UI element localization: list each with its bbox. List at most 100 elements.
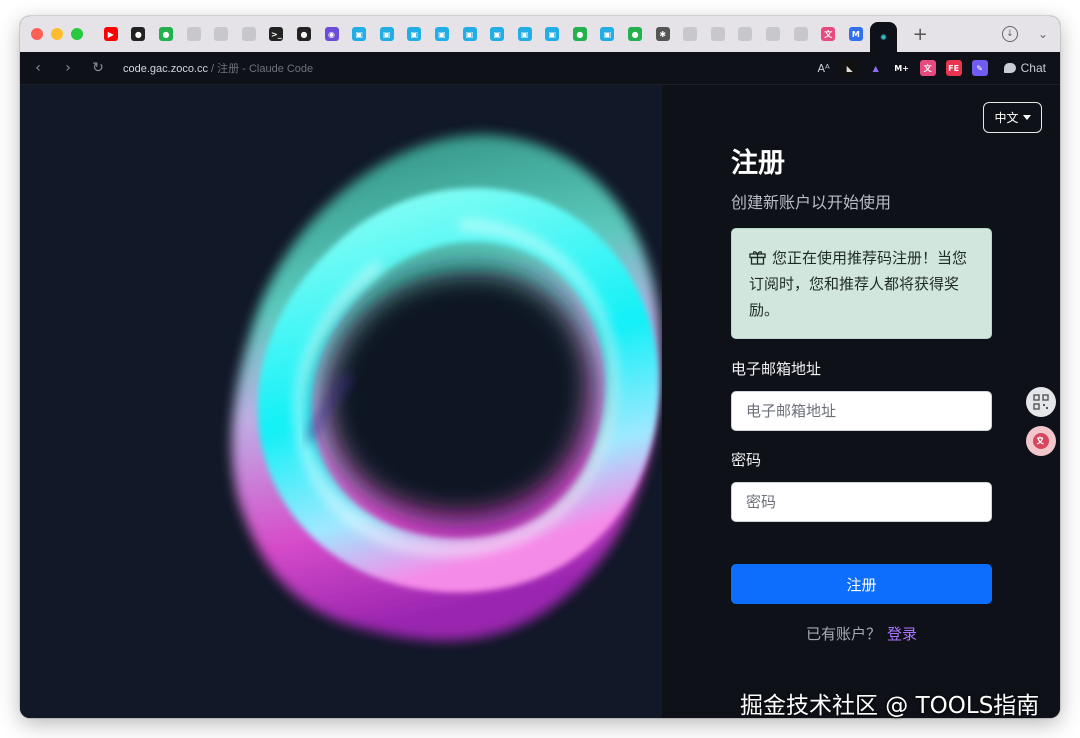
gift-icon (749, 251, 766, 265)
referral-notice-text: 您正在使用推荐码注册！当您订阅时，您和推荐人都将获得奖励。 (749, 249, 968, 319)
tab-item[interactable]: ▶ (97, 16, 125, 52)
tab-item[interactable]: ▣ (594, 16, 622, 52)
close-window-button[interactable] (31, 28, 43, 40)
tab-item[interactable]: ▣ (456, 16, 484, 52)
url-separator: / (208, 63, 218, 75)
download-icon[interactable]: ↓ (1001, 26, 1018, 42)
tab-item[interactable]: ▣ (401, 16, 429, 52)
tab-item[interactable]: >_ (263, 16, 291, 52)
tab-item[interactable] (235, 16, 263, 52)
address-bar[interactable]: code.gac.zoco.cc / 注册 - Claude Code (123, 60, 313, 76)
tab-item[interactable]: ● (152, 16, 180, 52)
watermark: 掘金技术社区 @ TOOLS指南 (740, 693, 1040, 719)
m-plus-extension-icon[interactable]: M+ (894, 60, 910, 76)
chevron-down-icon[interactable]: ⌄ (1038, 27, 1048, 41)
login-prompt-line: 已有账户？ 登录 (731, 623, 992, 644)
forward-icon[interactable]: › (53, 60, 83, 76)
tab-item[interactable]: ● (125, 16, 153, 52)
blank-page-icon (793, 27, 808, 41)
page-subtitle: 创建新账户以开始使用 (731, 193, 892, 212)
back-icon[interactable]: ‹ (23, 60, 53, 76)
gradient-ring-illustration (231, 134, 660, 641)
minimize-window-button[interactable] (51, 28, 63, 40)
tab-item[interactable] (676, 16, 704, 52)
edit-extension-icon[interactable]: ✎ (971, 60, 988, 76)
window-controls (31, 28, 83, 40)
tab-item[interactable] (180, 16, 208, 52)
hero-artwork (20, 85, 662, 718)
zoom-window-button[interactable] (71, 28, 83, 40)
tab-item[interactable] (207, 16, 235, 52)
tab-item[interactable]: ◉ (318, 16, 346, 52)
blank-page-icon (766, 27, 781, 41)
tab-item[interactable]: ● (621, 16, 649, 52)
bird-extension-icon[interactable]: ◣ (841, 60, 858, 76)
tab-item[interactable] (787, 16, 815, 52)
language-select[interactable]: 中文 (983, 102, 1042, 133)
register-button[interactable]: 注册 (731, 564, 992, 604)
tab-item[interactable]: ▣ (539, 16, 567, 52)
tab-item[interactable] (759, 16, 787, 52)
tab-bar: ▶ ● ● >_ ● ◉ ▣ ▣ ▣ ▣ ▣ ▣ ▣ ▣ ● ▣ ● ✱ 文 M ✺ + ↓ ⌄ (20, 16, 1060, 52)
wechat-icon: ● (572, 27, 587, 41)
tab-item[interactable]: M (842, 16, 870, 52)
chat-button[interactable]: Chat (1003, 61, 1046, 75)
extensions-area: Aᴬ ◣ ▲ M+ 文 FE ✎ Chat (816, 60, 1046, 76)
fe-extension-icon[interactable]: FE (945, 60, 962, 76)
password-field[interactable] (731, 482, 992, 522)
blank-page-icon (241, 27, 256, 41)
bilibili-icon: ▣ (517, 27, 532, 41)
bilibili-icon: ▣ (490, 27, 505, 41)
chat-label: Chat (1020, 61, 1046, 75)
translate-app-icon: 文 (821, 27, 836, 41)
login-link[interactable]: 登录 (887, 625, 917, 643)
bilibili-icon: ▣ (462, 27, 477, 41)
new-tab-button[interactable]: + (905, 16, 935, 52)
tab-item[interactable]: ▣ (511, 16, 539, 52)
chat-bubble-icon (1003, 63, 1016, 73)
url-page-title: 注册 - Claude Code (217, 63, 314, 75)
tab-item[interactable]: ▣ (483, 16, 511, 52)
password-label: 密码 (731, 451, 762, 469)
github-icon: ● (131, 27, 146, 41)
register-page: 中文 注册 创建新账户以开始使用 您正在使用推荐码注册！当您订阅时，您和推荐人都… (20, 85, 1060, 718)
bilibili-icon: ▣ (600, 27, 615, 41)
qr-code-icon[interactable] (1026, 387, 1056, 417)
tab-item[interactable]: ✱ (649, 16, 677, 52)
tabbar-actions: ↓ ⌄ (1001, 26, 1048, 42)
tab-item[interactable] (704, 16, 732, 52)
bilibili-icon: ▣ (545, 27, 560, 41)
translate-badge-icon (1033, 433, 1049, 449)
email-field[interactable] (731, 391, 992, 431)
blank-page-icon (738, 27, 753, 41)
blue-badge-icon: M (848, 27, 863, 41)
caret-down-icon (1022, 115, 1031, 120)
qr-grid-icon (1033, 394, 1049, 410)
settings-app-icon: ✱ (655, 27, 670, 41)
url-host: code.gac.zoco.cc (123, 63, 208, 75)
tab-item[interactable]: ● (290, 16, 318, 52)
tab-item[interactable]: ● (566, 16, 594, 52)
tab-item[interactable]: 文 (814, 16, 842, 52)
tab-list: ▶ ● ● >_ ● ◉ ▣ ▣ ▣ ▣ ▣ ▣ ▣ ▣ ● ▣ ● ✱ 文 M ✺ (97, 16, 898, 52)
translate-float-icon[interactable] (1026, 426, 1056, 456)
tab-item[interactable]: ▣ (428, 16, 456, 52)
blank-page-icon (214, 27, 229, 41)
reload-icon[interactable]: ↻ (83, 60, 113, 76)
translate-extension-icon[interactable]: 文 (919, 60, 936, 76)
vpn-extension-icon[interactable]: ▲ (868, 60, 884, 76)
bilibili-icon: ▣ (434, 27, 449, 41)
tab-active[interactable]: ✺ (869, 22, 898, 52)
wechat-icon: ● (158, 27, 173, 41)
purple-circle-icon: ◉ (324, 27, 339, 41)
email-label: 电子邮箱地址 (731, 360, 822, 378)
tab-item[interactable]: ▣ (345, 16, 373, 52)
referral-notice: 您正在使用推荐码注册！当您订阅时，您和推荐人都将获得奖励。 (731, 228, 992, 339)
text-size-icon[interactable]: Aᴬ (816, 60, 832, 76)
claude-code-icon: ✺ (880, 32, 887, 42)
youtube-icon: ▶ (103, 27, 118, 41)
bilibili-icon: ▣ (379, 27, 394, 41)
tab-item[interactable]: ▣ (373, 16, 401, 52)
blank-page-icon (710, 27, 725, 41)
tab-item[interactable] (732, 16, 760, 52)
